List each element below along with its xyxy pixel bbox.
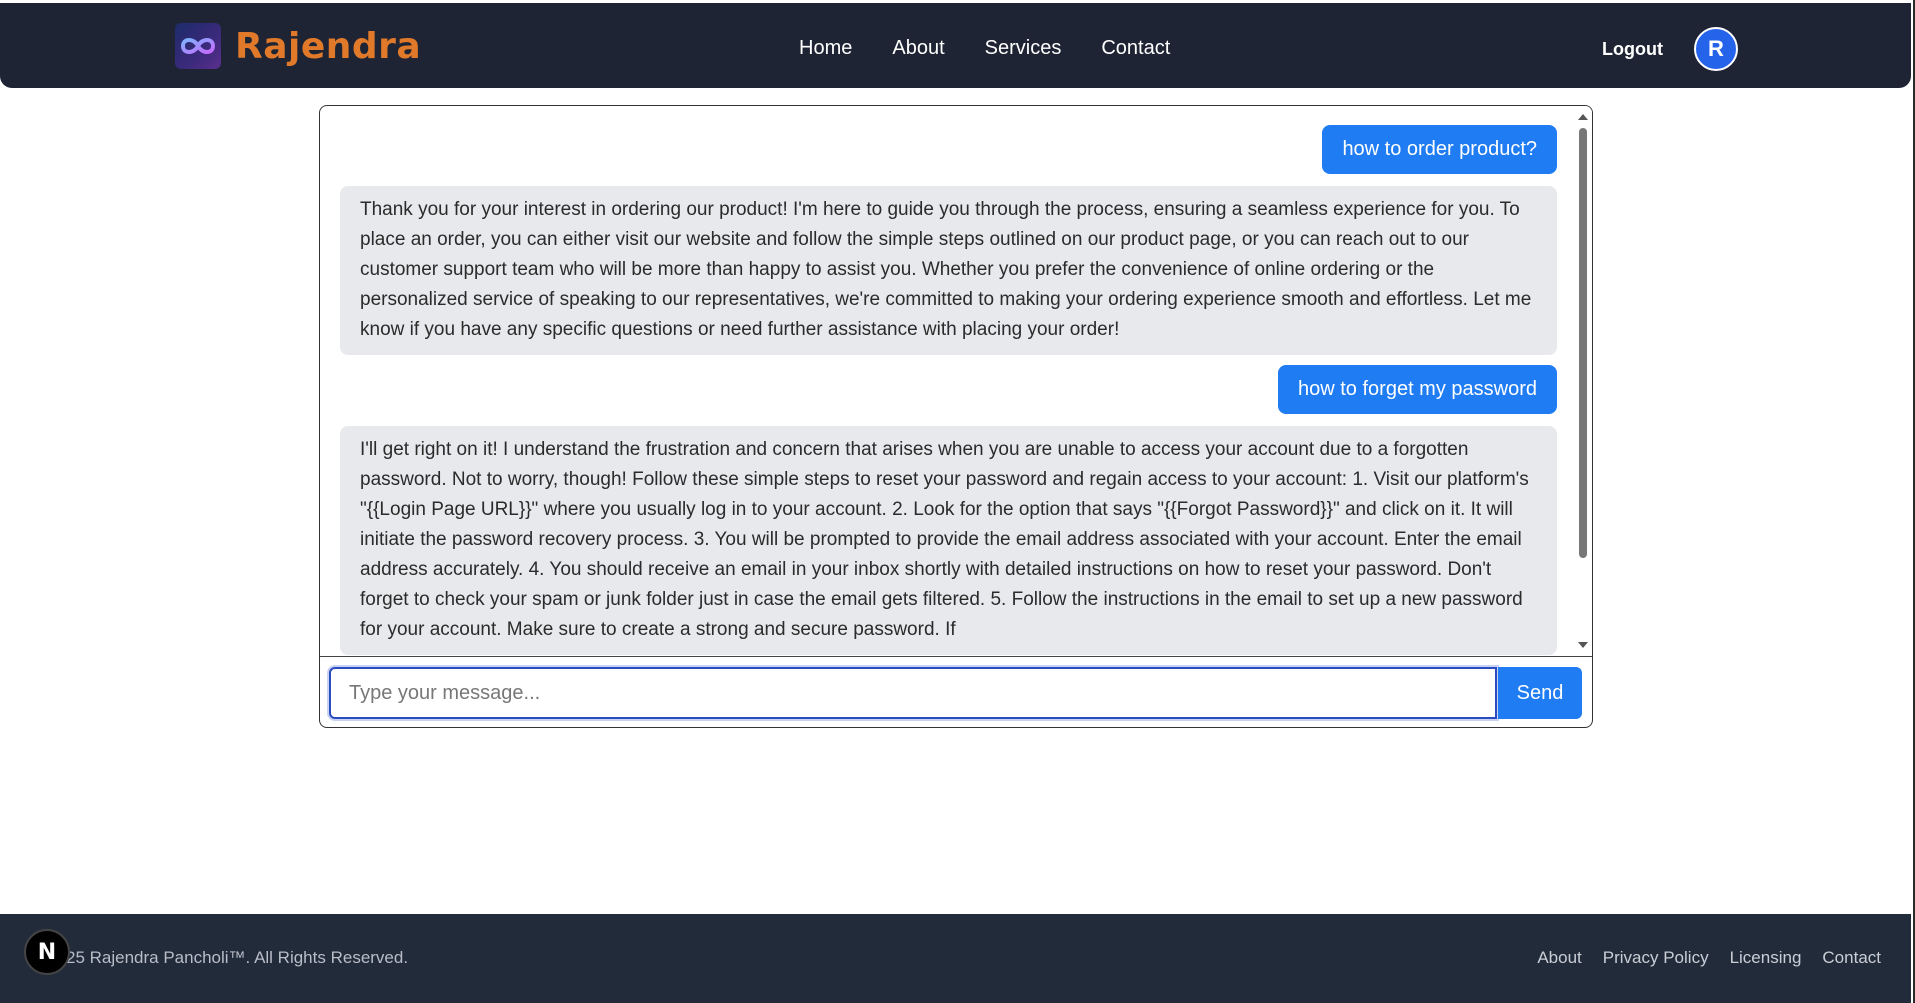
n-logo-icon[interactable]: N <box>24 929 70 975</box>
user-message: how to forget my password <box>1278 365 1557 414</box>
avatar[interactable]: R <box>1694 27 1738 71</box>
footer-link-contact[interactable]: Contact <box>1822 948 1881 968</box>
footer-links: About Privacy Policy Licensing Contact <box>1516 948 1881 968</box>
nav-services[interactable]: Services <box>985 37 1062 60</box>
nav-contact[interactable]: Contact <box>1101 37 1170 60</box>
message-input[interactable] <box>329 667 1497 719</box>
scroll-up-arrow-icon[interactable] <box>1578 114 1588 120</box>
infinity-logo-icon <box>175 23 221 69</box>
bot-message: Thank you for your interest in ordering … <box>340 186 1557 355</box>
brand[interactable]: Rajendra <box>175 23 421 69</box>
chat-window: how to order product? Thank you for your… <box>319 105 1593 728</box>
footer: 25 Rajendra Pancholi™. All Rights Reserv… <box>0 914 1911 1003</box>
user-message: how to order product? <box>1322 125 1557 174</box>
navbar: Rajendra Home About Services Contact Log… <box>0 3 1911 88</box>
nav-home[interactable]: Home <box>799 37 852 60</box>
nav-about[interactable]: About <box>892 37 944 60</box>
scroll-down-arrow-icon[interactable] <box>1578 642 1588 648</box>
message-scrollbar[interactable] <box>1574 106 1592 656</box>
composer: Send <box>320 656 1592 727</box>
copyright-text: 25 Rajendra Pancholi™. All Rights Reserv… <box>66 948 409 967</box>
footer-link-licensing[interactable]: Licensing <box>1730 948 1802 968</box>
brand-name: Rajendra <box>235 25 422 67</box>
message-list: how to order product? Thank you for your… <box>320 106 1592 656</box>
scroll-thumb[interactable] <box>1579 128 1587 558</box>
page: Rajendra Home About Services Contact Log… <box>0 0 1913 1003</box>
footer-link-about[interactable]: About <box>1537 948 1581 968</box>
logout-button[interactable]: Logout <box>1602 39 1663 60</box>
send-button[interactable]: Send <box>1498 667 1582 719</box>
bot-message: I'll get right on it! I understand the f… <box>340 426 1557 655</box>
footer-link-privacy-policy[interactable]: Privacy Policy <box>1603 948 1709 968</box>
main-nav: Home About Services Contact <box>799 37 1210 60</box>
